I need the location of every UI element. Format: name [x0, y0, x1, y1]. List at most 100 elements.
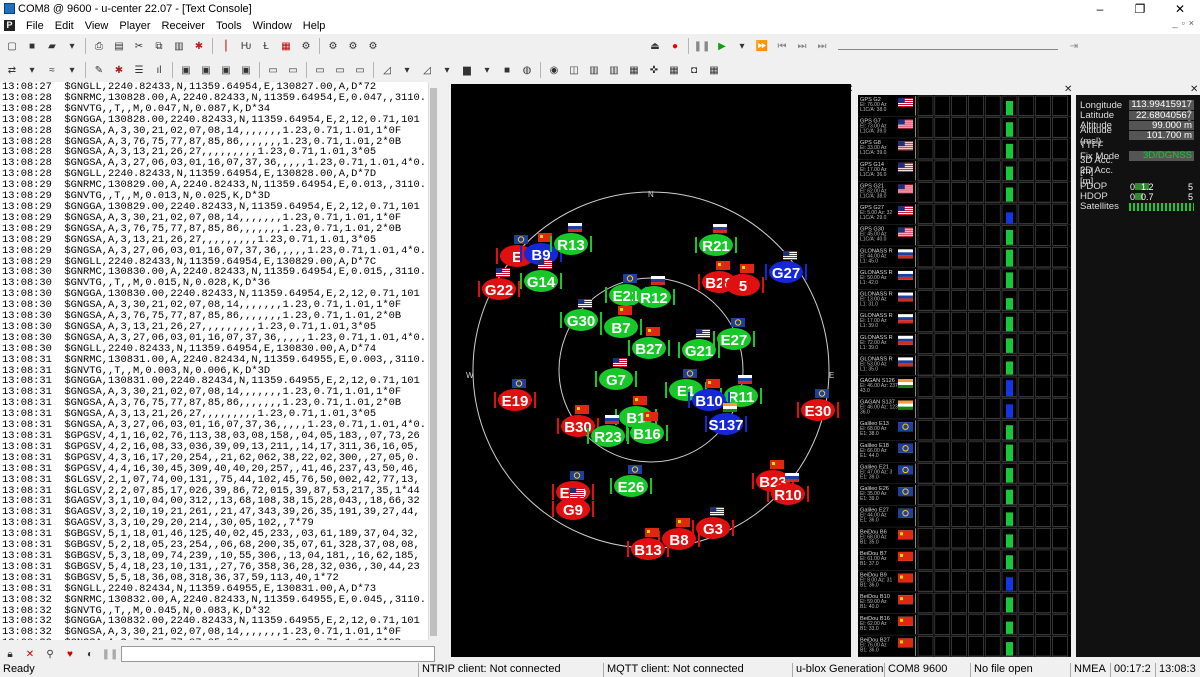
dropdown-icon[interactable]: ▾ — [64, 38, 80, 54]
gear3-icon[interactable]: ⚙ — [365, 38, 381, 54]
status-mqtt[interactable]: MQTT client: Not connected — [603, 663, 792, 677]
satellite-E19[interactable]: E19 — [494, 379, 536, 411]
mdi-restore-icon[interactable]: ▫ — [1182, 18, 1185, 28]
playback-slider[interactable] — [838, 42, 1058, 50]
menu-tools[interactable]: Tools — [211, 20, 248, 32]
lock-icon[interactable]: 🔒︎ — [2, 646, 18, 662]
lock2-icon[interactable]: ▣ — [198, 62, 214, 78]
satellite-G7[interactable]: G7 — [595, 358, 637, 390]
lock4-icon[interactable]: ▣ — [238, 62, 254, 78]
restore-button[interactable]: ❐ — [1120, 0, 1160, 17]
nav-close-icon[interactable]: ✕ — [1190, 84, 1198, 95]
satellite-G22[interactable]: G22 — [478, 268, 520, 300]
pause-console-icon[interactable]: ❚❚ — [102, 646, 119, 662]
satellite-R21[interactable]: R21 — [695, 224, 737, 256]
lock3-icon[interactable]: ▣ — [218, 62, 234, 78]
signal-icon[interactable]: ıl — [151, 62, 167, 78]
menu-receiver[interactable]: Receiver — [157, 20, 211, 32]
command-input[interactable] — [121, 646, 435, 662]
menu-view[interactable]: View — [80, 20, 115, 32]
dropdown-icon[interactable]: ▾ — [479, 62, 495, 78]
play-dropdown-icon[interactable]: ▾ — [734, 38, 750, 54]
satellite-E26[interactable]: E26 — [610, 465, 652, 497]
menu-window[interactable]: Window — [248, 20, 298, 32]
new-icon[interactable]: ▢ — [4, 38, 20, 54]
preview-icon[interactable]: ▤ — [111, 38, 127, 54]
filter-icon[interactable]: ⚲ — [42, 646, 58, 662]
play-icon[interactable]: ▶ — [714, 38, 730, 54]
satellite-B7[interactable]: B7 — [600, 306, 642, 338]
line-chart-icon[interactable]: ◿ — [419, 62, 435, 78]
bug-icon[interactable]: ✱ — [191, 38, 207, 54]
satellite-G27[interactable]: G27 — [765, 251, 807, 283]
close-button[interactable]: ✕ — [1160, 0, 1200, 17]
bars-close-icon[interactable]: ✕ — [1064, 84, 1072, 95]
gear-icon[interactable]: ⚙ — [325, 38, 341, 54]
menu-edit[interactable]: Edit — [50, 20, 80, 32]
dropdown-icon[interactable]: ▾ — [399, 62, 415, 78]
minimize-button[interactable]: – — [1080, 0, 1120, 17]
debug-icon[interactable]: ✱ — [111, 62, 127, 78]
menu-player[interactable]: Player — [114, 20, 156, 32]
bar-chart-icon[interactable]: ▆ — [459, 62, 475, 78]
record-icon[interactable]: ● — [667, 38, 683, 54]
mdi-minimize-icon[interactable]: _ — [1173, 18, 1178, 28]
dropdown-icon[interactable]: ▾ — [64, 62, 80, 78]
grid-icon[interactable]: ▦ — [706, 62, 722, 78]
status-port[interactable]: COM8 9600 — [884, 663, 970, 677]
text-console[interactable]: 13:08:27 $GNGLL,2240.82433,N,11359.64954… — [0, 82, 437, 640]
console-scrollbar[interactable] — [428, 82, 437, 640]
messages-icon[interactable]: ▦ — [278, 38, 294, 54]
baud-icon[interactable]: ≈ — [44, 62, 60, 78]
mdi-close-icon[interactable]: × — [1189, 18, 1194, 28]
pause-icon[interactable]: ❚❚ — [694, 38, 711, 54]
satellite-R12[interactable]: R12 — [633, 276, 675, 308]
autobaud-icon[interactable]: ✎ — [91, 62, 107, 78]
hw-icon[interactable]: Ƕ — [238, 38, 254, 54]
histogram-icon[interactable]: ▥ — [606, 62, 622, 78]
panel-icon[interactable]: ▭ — [265, 62, 281, 78]
menu-help[interactable]: Help — [298, 20, 332, 32]
dropdown-icon[interactable]: ▾ — [24, 62, 40, 78]
status-ntrip[interactable]: NTRIP client: Not connected — [418, 663, 603, 677]
config-icon[interactable]: Ɫ — [258, 38, 274, 54]
print-icon[interactable]: ⎙ — [91, 38, 107, 54]
menu-file[interactable]: File — [21, 20, 50, 32]
open-icon[interactable]: ▰ — [44, 38, 60, 54]
copy-icon[interactable]: ⧉ — [151, 38, 167, 54]
packet-console-icon[interactable]: ▭ — [352, 62, 368, 78]
satellite-R13[interactable]: R13 — [550, 223, 592, 255]
heart-icon[interactable]: ♥ — [62, 646, 78, 662]
poll-icon[interactable]: ☰ — [131, 62, 147, 78]
chart-icon[interactable]: ◿ — [379, 62, 395, 78]
sky-icon[interactable]: ◍ — [519, 62, 535, 78]
record-mark-icon[interactable]: ⎮ — [218, 38, 234, 54]
tools-icon[interactable]: ⚙ — [298, 38, 314, 54]
slider-end-icon[interactable]: ⇥ — [1066, 38, 1082, 54]
satellite-E30[interactable]: E30 — [797, 389, 839, 421]
table-icon[interactable]: ▦ — [626, 62, 642, 78]
camera-icon[interactable]: ◘ — [686, 62, 702, 78]
text-console-icon[interactable]: ▭ — [312, 62, 328, 78]
black-panel-icon[interactable]: ■ — [499, 62, 515, 78]
satellite-G30[interactable]: G30 — [560, 299, 602, 331]
gear2-icon[interactable]: ⚙ — [345, 38, 361, 54]
color-icon[interactable]: ◐ — [82, 646, 98, 662]
deviation-map-icon[interactable]: ◫ — [566, 62, 582, 78]
binary-console-icon[interactable]: ▭ — [332, 62, 348, 78]
satellite-B13[interactable]: B13 — [627, 528, 669, 560]
dropdown-icon[interactable]: ▾ — [439, 62, 455, 78]
clear-icon[interactable]: ✕ — [22, 646, 38, 662]
cut-icon[interactable]: ✂ — [131, 38, 147, 54]
scrollbar-thumb[interactable] — [430, 88, 437, 636]
compass-icon[interactable]: ✜ — [646, 62, 662, 78]
paste-icon[interactable]: ▥ — [171, 38, 187, 54]
skip-end-icon[interactable]: ⏭ — [814, 38, 830, 54]
save-icon[interactable]: ■ — [24, 38, 40, 54]
satellite-R11[interactable]: R11 — [720, 375, 762, 407]
panel2-icon[interactable]: ▭ — [285, 62, 301, 78]
step-forward-icon[interactable]: ⏭ — [794, 38, 810, 54]
sky-view-icon[interactable]: ◉ — [546, 62, 562, 78]
step-back-icon[interactable]: ⏮ — [774, 38, 790, 54]
lock-icon[interactable]: ▣ — [178, 62, 194, 78]
